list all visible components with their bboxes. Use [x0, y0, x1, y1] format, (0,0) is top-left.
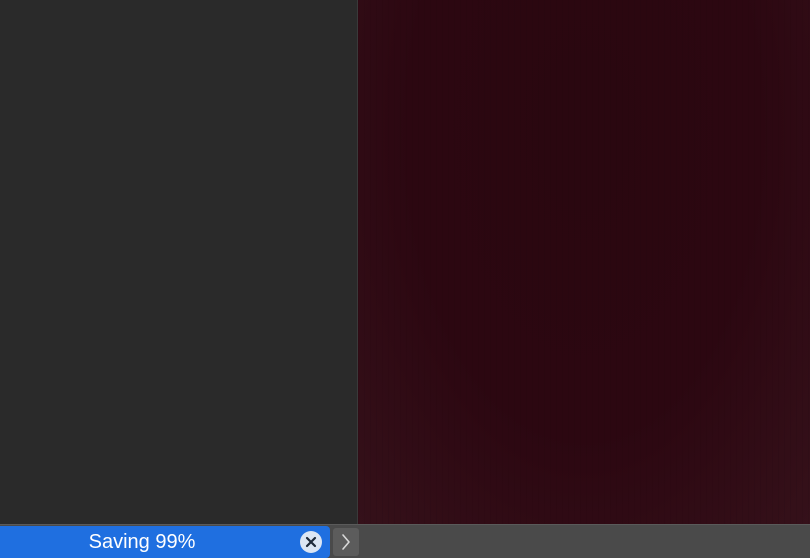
left-panel	[0, 0, 357, 524]
app-window: Saving 99%	[0, 0, 810, 558]
status-bar: Saving 99%	[0, 524, 810, 558]
cancel-save-button[interactable]	[300, 531, 322, 553]
chevron-right-icon	[342, 534, 350, 550]
close-circle-icon	[305, 536, 317, 548]
expand-status-button[interactable]	[333, 528, 359, 556]
saving-progress-bar: Saving 99%	[0, 526, 330, 558]
saving-progress-label: Saving 99%	[88, 531, 196, 553]
image-preview	[358, 0, 810, 524]
